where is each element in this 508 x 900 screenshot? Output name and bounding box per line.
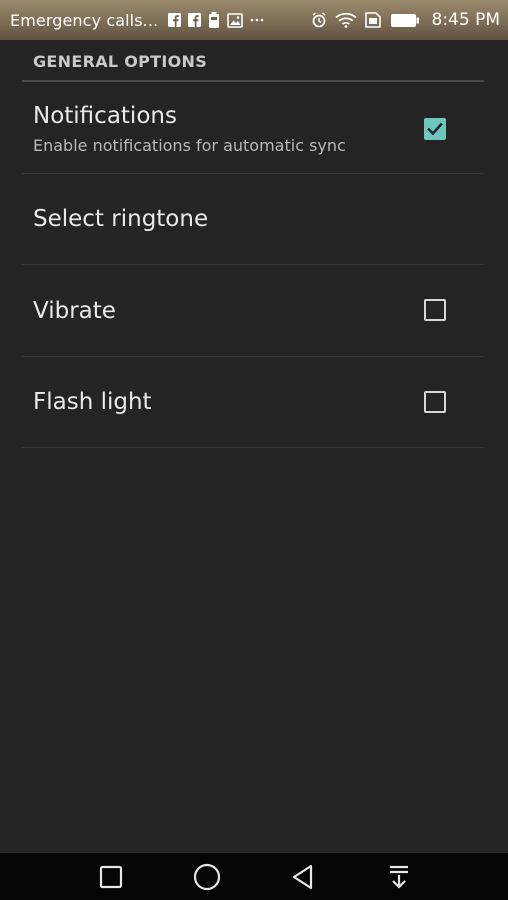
facebook-icon bbox=[168, 13, 182, 27]
status-bar: Emergency calls... 8:45 PM bbox=[0, 0, 508, 40]
back-triangle-icon bbox=[292, 864, 313, 890]
alarm-icon bbox=[311, 12, 327, 28]
pref-title: Vibrate bbox=[33, 298, 116, 324]
pref-notifications[interactable]: Notifications Enable notifications for a… bbox=[22, 84, 484, 174]
clock: 8:45 PM bbox=[431, 10, 501, 30]
image-icon bbox=[227, 12, 244, 28]
carrier-text: Emergency calls... bbox=[10, 10, 159, 30]
pref-vibrate[interactable]: Vibrate bbox=[22, 265, 484, 357]
recents-button[interactable] bbox=[95, 861, 127, 893]
section-header: GENERAL OPTIONS bbox=[33, 52, 208, 71]
checkmark-icon bbox=[427, 122, 443, 136]
home-circle-icon bbox=[193, 863, 221, 891]
pref-select-ringtone[interactable]: Select ringtone bbox=[22, 174, 484, 265]
system-icons: 8:45 PM bbox=[311, 10, 501, 30]
phone-screen: Emergency calls... 8:45 PM GENERAL OPTIO… bbox=[0, 0, 508, 900]
flash-light-checkbox[interactable] bbox=[424, 391, 446, 413]
facebook-icon bbox=[188, 13, 202, 27]
notification-icons bbox=[168, 12, 264, 28]
pref-summary: Enable notifications for automatic sync bbox=[33, 136, 346, 155]
pref-title: Notifications bbox=[33, 103, 177, 129]
notification-pull-icon bbox=[390, 865, 408, 889]
row-divider bbox=[22, 447, 484, 448]
back-button[interactable] bbox=[287, 861, 319, 893]
pref-title: Flash light bbox=[33, 389, 152, 415]
navigation-bar bbox=[0, 853, 508, 900]
more-dots-icon bbox=[250, 18, 264, 22]
sim-icon bbox=[364, 12, 382, 28]
wifi-icon bbox=[334, 12, 357, 28]
pref-flash-light[interactable]: Flash light bbox=[22, 357, 484, 448]
section-divider bbox=[22, 80, 484, 82]
recents-square-icon bbox=[99, 865, 123, 889]
pref-title: Select ringtone bbox=[33, 206, 209, 232]
battery-icon bbox=[390, 13, 420, 28]
notifications-checkbox[interactable] bbox=[424, 118, 446, 140]
battery-saver-icon bbox=[208, 12, 220, 28]
notification-pull-button[interactable] bbox=[383, 861, 415, 893]
home-button[interactable] bbox=[191, 861, 223, 893]
vibrate-checkbox[interactable] bbox=[424, 299, 446, 321]
